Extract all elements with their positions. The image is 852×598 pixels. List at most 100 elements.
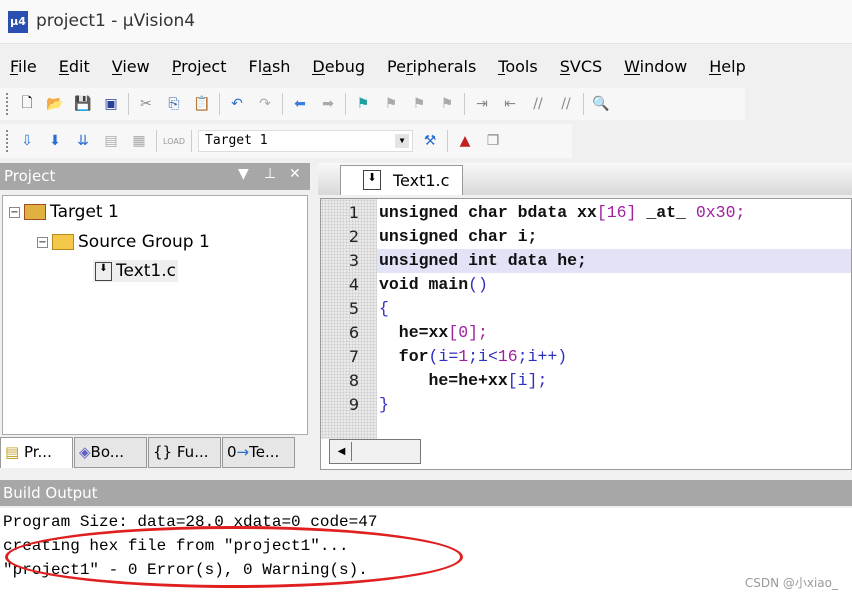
menu-debug[interactable]: Debug — [312, 57, 365, 76]
code-token: } — [379, 395, 389, 414]
mnemonic-underline — [111, 73, 123, 75]
dropdown-icon[interactable]: ▼ — [238, 166, 249, 182]
target-options-icon[interactable]: ⚒ — [419, 130, 441, 152]
c-file-icon: ⬇ — [95, 261, 112, 281]
code-line[interactable]: { — [377, 297, 851, 321]
menu-help[interactable]: Help — [709, 57, 746, 76]
paste-icon[interactable]: 📋 — [191, 93, 213, 115]
batch-build-icon[interactable]: ▤ — [100, 130, 122, 152]
menu-bar: File Edit View Project Flash Debug Perip… — [0, 48, 852, 84]
tree-item-label: Source Group 1 — [78, 232, 210, 252]
undo-icon[interactable]: ↶ — [226, 93, 248, 115]
collapse-icon[interactable]: − — [37, 236, 48, 248]
line-number: 2 — [348, 227, 359, 246]
menu-window[interactable]: Window — [624, 57, 687, 76]
code-editor[interactable]: 1 2 3 4 5 6 7 8 9 ◀ unsigned char bdata xx[16] _… — [320, 198, 852, 470]
comment-icon[interactable]: // — [527, 93, 549, 115]
code-line[interactable]: void main() — [377, 273, 851, 297]
line-number: 6 — [348, 323, 359, 342]
code-line[interactable]: } — [377, 393, 851, 417]
redo-icon[interactable]: ↷ — [254, 93, 276, 115]
code-token: 16 — [497, 347, 518, 366]
mnemonic-underline — [58, 73, 69, 75]
nav-back-icon[interactable]: ⬅ — [289, 93, 311, 115]
toolbar-grip[interactable] — [6, 130, 10, 152]
rebuild-icon[interactable]: ⇊ — [72, 130, 94, 152]
tree-item-source-group[interactable]: − Source Group 1 — [37, 232, 210, 252]
mnemonic-underline — [624, 73, 640, 75]
find-in-files-icon[interactable]: 🔍 — [590, 93, 612, 115]
horizontal-scrollbar[interactable]: ◀ — [329, 439, 421, 464]
line-number-gutter: 1 2 3 4 5 6 7 8 9 — [321, 199, 377, 439]
menu-flash[interactable]: Flash — [248, 57, 290, 76]
menu-peripherals[interactable]: Peripherals — [387, 57, 476, 76]
menu-edit[interactable]: Edit — [58, 57, 90, 76]
target-select-value: Target 1 — [205, 133, 268, 148]
next-bookmark-icon[interactable]: ⚑ — [408, 93, 430, 115]
clear-bookmarks-icon[interactable]: ⚑ — [436, 93, 458, 115]
tab-templates[interactable]: 0→Te... — [222, 437, 295, 468]
code-line[interactable]: he=xx[0]; — [377, 321, 851, 345]
chevron-down-icon[interactable]: ▼ — [395, 134, 409, 148]
tab-project[interactable]: ▤ Pr... — [0, 437, 73, 468]
tab-books[interactable]: ◈Bo... — [74, 437, 147, 468]
code-line[interactable]: unsigned char i; — [377, 225, 851, 249]
manage-components-icon[interactable]: ▲ — [454, 130, 476, 152]
line-number: 1 — [348, 203, 359, 222]
project-panel-header: Project ▼ ⊥ ✕ — [0, 163, 310, 190]
code-line[interactable]: unsigned char bdata xx[16] _at_ 0x30; — [377, 201, 851, 225]
tab-functions[interactable]: {} Fu... — [148, 437, 221, 468]
menu-tools[interactable]: Tools — [498, 57, 538, 76]
save-all-icon[interactable]: ▣ — [100, 93, 122, 115]
scroll-left-icon[interactable]: ◀ — [332, 442, 352, 461]
functions-icon: {} — [153, 443, 173, 461]
cut-icon[interactable]: ✂ — [135, 93, 157, 115]
mnemonic-underline — [171, 73, 182, 75]
line-number: 4 — [348, 275, 359, 294]
uncomment-icon[interactable]: // — [555, 93, 577, 115]
windows-icon[interactable]: ❐ — [482, 130, 504, 152]
nav-forward-icon[interactable]: ➡ — [317, 93, 339, 115]
mnemonic-underline — [405, 73, 413, 75]
open-folder-icon[interactable]: 📂 — [44, 93, 66, 115]
code-token: [i]; — [507, 371, 548, 390]
copy-icon[interactable]: ⎘ — [163, 93, 185, 115]
line-number: 3 — [348, 251, 359, 270]
project-panel-title: Project — [4, 167, 56, 185]
project-tree: − Target 1 − Source Group 1 ⬇ Text1.c — [2, 195, 308, 435]
stop-build-icon[interactable]: ▦ — [128, 130, 150, 152]
code-line[interactable]: unsigned int data he; — [377, 249, 851, 273]
folder-icon — [52, 234, 74, 250]
new-file-icon[interactable]: 🗋 — [16, 93, 38, 115]
toolbar-grip[interactable] — [6, 93, 10, 115]
menu-project[interactable]: Project — [171, 57, 226, 76]
translate-icon[interactable]: ⇩ — [16, 130, 38, 152]
uvision-logo-icon: µ4 — [8, 11, 28, 33]
project-tab-icon: ▤ — [5, 443, 20, 461]
mnemonic-underline — [498, 73, 506, 75]
tree-item-file[interactable]: ⬇ Text1.c — [93, 260, 178, 282]
build-toolbar: ⇩ ⬇ ⇊ ▤ ▦ LOAD Target 1 ▼ ⚒ ▲ ❐ — [0, 124, 572, 158]
tab-text1-c[interactable]: ⬇ Text1.c — [340, 165, 463, 195]
prev-bookmark-icon[interactable]: ⚑ — [380, 93, 402, 115]
menu-file[interactable]: File — [10, 57, 37, 76]
save-icon[interactable]: 💾 — [72, 93, 94, 115]
code-line[interactable]: for(i=1;i<16;i++) — [377, 345, 851, 369]
tree-item-target[interactable]: − Target 1 — [9, 202, 119, 222]
code-token: he=he+xx — [379, 371, 508, 390]
collapse-icon[interactable]: − — [9, 206, 20, 218]
menu-view[interactable]: View — [111, 57, 150, 76]
pin-icon[interactable]: ⊥ — [264, 166, 276, 182]
build-icon[interactable]: ⬇ — [44, 130, 66, 152]
menu-svcs[interactable]: SVCS — [559, 57, 602, 76]
code-token: ;i< — [468, 347, 498, 366]
bookmark-icon[interactable]: ⚑ — [352, 93, 374, 115]
indent-icon[interactable]: ⇥ — [471, 93, 493, 115]
code-line[interactable]: he=he+xx[i]; — [377, 369, 851, 393]
load-download-icon[interactable]: LOAD — [163, 130, 185, 152]
close-icon[interactable]: ✕ — [289, 166, 301, 182]
code-token: 0x30; — [695, 203, 746, 222]
target-select[interactable]: Target 1 ▼ — [198, 130, 413, 152]
build-output-title: Build Output — [3, 484, 98, 502]
unindent-icon[interactable]: ⇤ — [499, 93, 521, 115]
